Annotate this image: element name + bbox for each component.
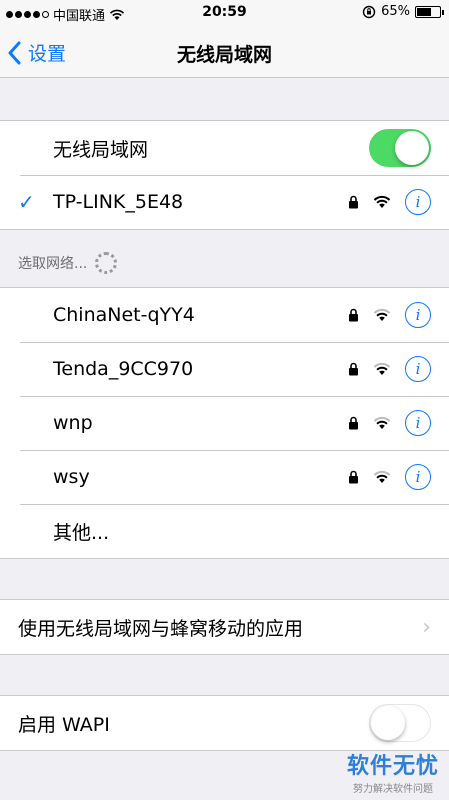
rotation-lock-icon — [362, 5, 376, 18]
toggle-knob — [395, 131, 429, 165]
info-icon[interactable]: i — [405, 356, 431, 382]
network-row[interactable]: ChinaNet-qYY4 i — [0, 288, 449, 342]
network-name: ChinaNet-qYY4 — [53, 304, 195, 326]
info-icon[interactable]: i — [405, 464, 431, 490]
toggle-knob — [371, 706, 405, 740]
network-list: ChinaNet-qYY4 i Tenda_9CC970 i wnp i wsy… — [0, 287, 449, 559]
wapi-label: 启用 WAPI — [18, 713, 110, 736]
other-network-label: 其他... — [53, 521, 110, 544]
wifi-toggle-row: 无线局域网 — [0, 121, 449, 175]
wapi-row: 启用 WAPI — [0, 696, 449, 750]
wifi-group: 无线局域网 ✓ TP-LINK_5E48 i — [0, 120, 449, 230]
battery-group: 65% — [362, 4, 444, 19]
lock-icon — [349, 195, 358, 209]
lock-icon — [349, 362, 358, 376]
lock-icon — [349, 308, 358, 322]
wifi-icon — [373, 362, 391, 375]
network-name: wsy — [53, 466, 90, 488]
network-icons: i — [348, 356, 431, 382]
battery-percent: 65% — [381, 4, 410, 19]
wifi-icon — [373, 308, 391, 321]
network-name: wnp — [53, 412, 93, 434]
wifi-icon — [373, 470, 391, 483]
wifi-toggle-switch[interactable] — [369, 129, 431, 167]
status-bar: 中国联通 20:59 65% — [0, 0, 449, 28]
page-title: 无线局域网 — [176, 44, 272, 66]
network-row[interactable]: wsy i — [0, 450, 449, 504]
network-name: Tenda_9CC970 — [53, 358, 194, 380]
connected-network-row[interactable]: ✓ TP-LINK_5E48 i — [0, 175, 449, 229]
wapi-toggle-switch[interactable] — [369, 704, 431, 742]
info-icon[interactable]: i — [405, 302, 431, 328]
network-icons: i — [348, 302, 431, 328]
apps-row-label: 使用无线局域网与蜂窝移动的应用 — [18, 617, 304, 640]
info-icon[interactable]: i — [405, 410, 431, 436]
watermark: 软件无忧 努力解决软件问题 — [347, 748, 439, 795]
loading-spinner-icon — [95, 252, 118, 274]
other-network-row[interactable]: 其他... — [0, 504, 449, 558]
network-name: TP-LINK_5E48 — [53, 191, 184, 213]
wapi-group: 启用 WAPI — [0, 695, 449, 751]
network-icons: i — [348, 410, 431, 436]
wifi-icon — [373, 416, 391, 429]
battery-level — [417, 7, 432, 16]
checkmark-icon: ✓ — [18, 190, 35, 214]
battery-icon — [415, 5, 444, 18]
navigation-bar: 设置 无线局域网 — [0, 28, 449, 78]
chevron-right-icon: › — [422, 614, 431, 640]
apps-row[interactable]: 使用无线局域网与蜂窝移动的应用 › — [0, 600, 449, 654]
section-header-label: 选取网络... — [18, 256, 88, 272]
wifi-toggle-label: 无线局域网 — [53, 138, 149, 161]
info-icon[interactable]: i — [405, 189, 431, 215]
network-row[interactable]: wnp i — [0, 396, 449, 450]
network-icons: i — [348, 189, 431, 215]
lock-icon — [349, 470, 358, 484]
network-icons: i — [348, 464, 431, 490]
choose-network-header: 选取网络... — [18, 252, 118, 274]
lock-icon — [349, 416, 358, 430]
wifi-icon — [373, 195, 391, 208]
network-row[interactable]: Tenda_9CC970 i — [0, 342, 449, 396]
apps-group: 使用无线局域网与蜂窝移动的应用 › — [0, 599, 449, 655]
watermark-title: 软件无忧 — [346, 754, 439, 779]
watermark-subtitle: 努力解决软件问题 — [352, 784, 433, 795]
